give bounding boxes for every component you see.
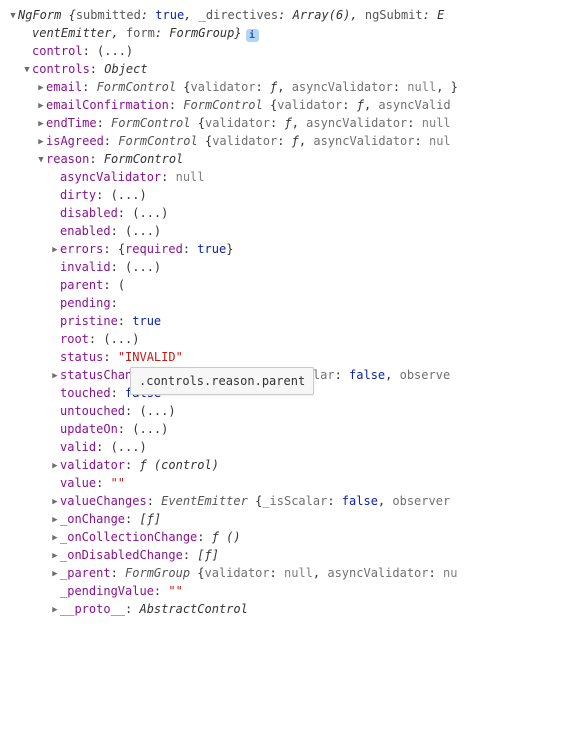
property-content: pending: bbox=[60, 294, 118, 312]
property-row: pristine: true bbox=[8, 312, 561, 330]
property-row[interactable]: _parent: FormGroup {validator: null, asy… bbox=[8, 564, 561, 582]
expand-arrow-icon[interactable] bbox=[50, 601, 60, 619]
expand-arrow-icon[interactable] bbox=[8, 7, 18, 25]
property-row: asyncValidator: null bbox=[8, 168, 561, 186]
property-content: disabled: (...) bbox=[60, 204, 168, 222]
expand-arrow-icon[interactable] bbox=[50, 529, 60, 547]
property-content: _onDisabledChange: [ƒ] bbox=[60, 546, 219, 564]
expand-arrow-icon[interactable] bbox=[36, 79, 46, 97]
property-content: _pendingValue: "" bbox=[60, 582, 183, 600]
expand-arrow-icon[interactable] bbox=[36, 97, 46, 115]
property-content: asyncValidator: null bbox=[60, 168, 205, 186]
property-row[interactable]: _onCollectionChange: ƒ () bbox=[8, 528, 561, 546]
property-row: invalid: (...) bbox=[8, 258, 561, 276]
object-tree: NgForm {submitted: true, _directives: Ar… bbox=[8, 6, 561, 618]
expand-arrow-icon[interactable] bbox=[50, 367, 60, 385]
property-content: dirty: (...) bbox=[60, 186, 147, 204]
property-row: disabled: (...) bbox=[8, 204, 561, 222]
expand-arrow-icon[interactable] bbox=[50, 511, 60, 529]
expand-arrow-icon[interactable] bbox=[36, 133, 46, 151]
expand-arrow-icon[interactable] bbox=[36, 115, 46, 133]
property-row: control: (...) bbox=[8, 42, 561, 60]
property-row[interactable]: reason: FormControl bbox=[8, 150, 561, 168]
property-content: enabled: (...) bbox=[60, 222, 161, 240]
property-row: _pendingValue: "" bbox=[8, 582, 561, 600]
property-content: isAgreed: FormControl {validator: ƒ, asy… bbox=[46, 132, 451, 150]
property-content: controls: Object bbox=[32, 60, 148, 78]
property-row[interactable]: _onDisabledChange: [ƒ] bbox=[8, 546, 561, 564]
property-content: invalid: (...) bbox=[60, 258, 161, 276]
property-content: root: (...) bbox=[60, 330, 139, 348]
expand-arrow-icon[interactable] bbox=[50, 547, 60, 565]
expand-arrow-icon[interactable] bbox=[50, 241, 60, 259]
property-content: _parent: FormGroup {validator: null, asy… bbox=[60, 564, 457, 582]
property-content: __proto__: AbstractControl bbox=[60, 600, 248, 618]
property-row: untouched: (...) bbox=[8, 402, 561, 420]
property-row: updateOn: (...) bbox=[8, 420, 561, 438]
property-content: untouched: (...) bbox=[60, 402, 176, 420]
expand-arrow-icon[interactable] bbox=[36, 151, 46, 169]
property-path-tooltip: .controls.reason.parent bbox=[130, 367, 314, 395]
property-row[interactable]: isAgreed: FormControl {validator: ƒ, asy… bbox=[8, 132, 561, 150]
property-row[interactable]: emailConfirmation: FormControl {validato… bbox=[8, 96, 561, 114]
property-content: emailConfirmation: FormControl {validato… bbox=[46, 96, 451, 114]
property-content: reason: FormControl bbox=[46, 150, 183, 168]
header-text-cont: ventEmitter, form: FormGroup}i bbox=[32, 24, 259, 42]
expand-arrow-icon[interactable] bbox=[50, 493, 60, 511]
info-icon[interactable]: i bbox=[246, 29, 259, 42]
property-row: enabled: (...) bbox=[8, 222, 561, 240]
property-row: valid: (...) bbox=[8, 438, 561, 456]
property-content: endTime: FormControl {validator: ƒ, asyn… bbox=[46, 114, 451, 132]
property-content: errors: {required: true} bbox=[60, 240, 233, 258]
property-content: pristine: true bbox=[60, 312, 161, 330]
header-text: NgForm {submitted: true, _directives: Ar… bbox=[18, 6, 444, 24]
property-content: status: "INVALID" bbox=[60, 348, 183, 366]
property-row[interactable]: errors: {required: true} bbox=[8, 240, 561, 258]
property-row[interactable]: controls: Object bbox=[8, 60, 561, 78]
property-content: validator: ƒ (control) bbox=[60, 456, 219, 474]
property-content: updateOn: (...) bbox=[60, 420, 168, 438]
expand-arrow-icon[interactable] bbox=[50, 565, 60, 583]
object-header[interactable]: NgForm {submitted: true, _directives: Ar… bbox=[8, 6, 561, 24]
property-row[interactable]: email: FormControl {validator: ƒ, asyncV… bbox=[8, 78, 561, 96]
property-row: pending: bbox=[8, 294, 561, 312]
property-content: valueChanges: EventEmitter {_isScalar: f… bbox=[60, 492, 450, 510]
property-content: control: (...) bbox=[32, 42, 133, 60]
property-content: parent: ( bbox=[60, 276, 125, 294]
property-row: dirty: (...) bbox=[8, 186, 561, 204]
property-row[interactable]: __proto__: AbstractControl bbox=[8, 600, 561, 618]
property-content: _onChange: [ƒ] bbox=[60, 510, 161, 528]
expand-arrow-icon[interactable] bbox=[22, 61, 32, 79]
property-content: email: FormControl {validator: ƒ, asyncV… bbox=[46, 78, 458, 96]
property-row: parent: ( bbox=[8, 276, 561, 294]
property-row: status: "INVALID" bbox=[8, 348, 561, 366]
property-content: value: "" bbox=[60, 474, 125, 492]
property-row: root: (...) bbox=[8, 330, 561, 348]
property-row[interactable]: valueChanges: EventEmitter {_isScalar: f… bbox=[8, 492, 561, 510]
property-content: _onCollectionChange: ƒ () bbox=[60, 528, 241, 546]
expand-arrow-icon[interactable] bbox=[50, 457, 60, 475]
property-row[interactable]: endTime: FormControl {validator: ƒ, asyn… bbox=[8, 114, 561, 132]
property-row[interactable]: _onChange: [ƒ] bbox=[8, 510, 561, 528]
property-content: valid: (...) bbox=[60, 438, 147, 456]
property-row: value: "" bbox=[8, 474, 561, 492]
property-row[interactable]: validator: ƒ (control) bbox=[8, 456, 561, 474]
